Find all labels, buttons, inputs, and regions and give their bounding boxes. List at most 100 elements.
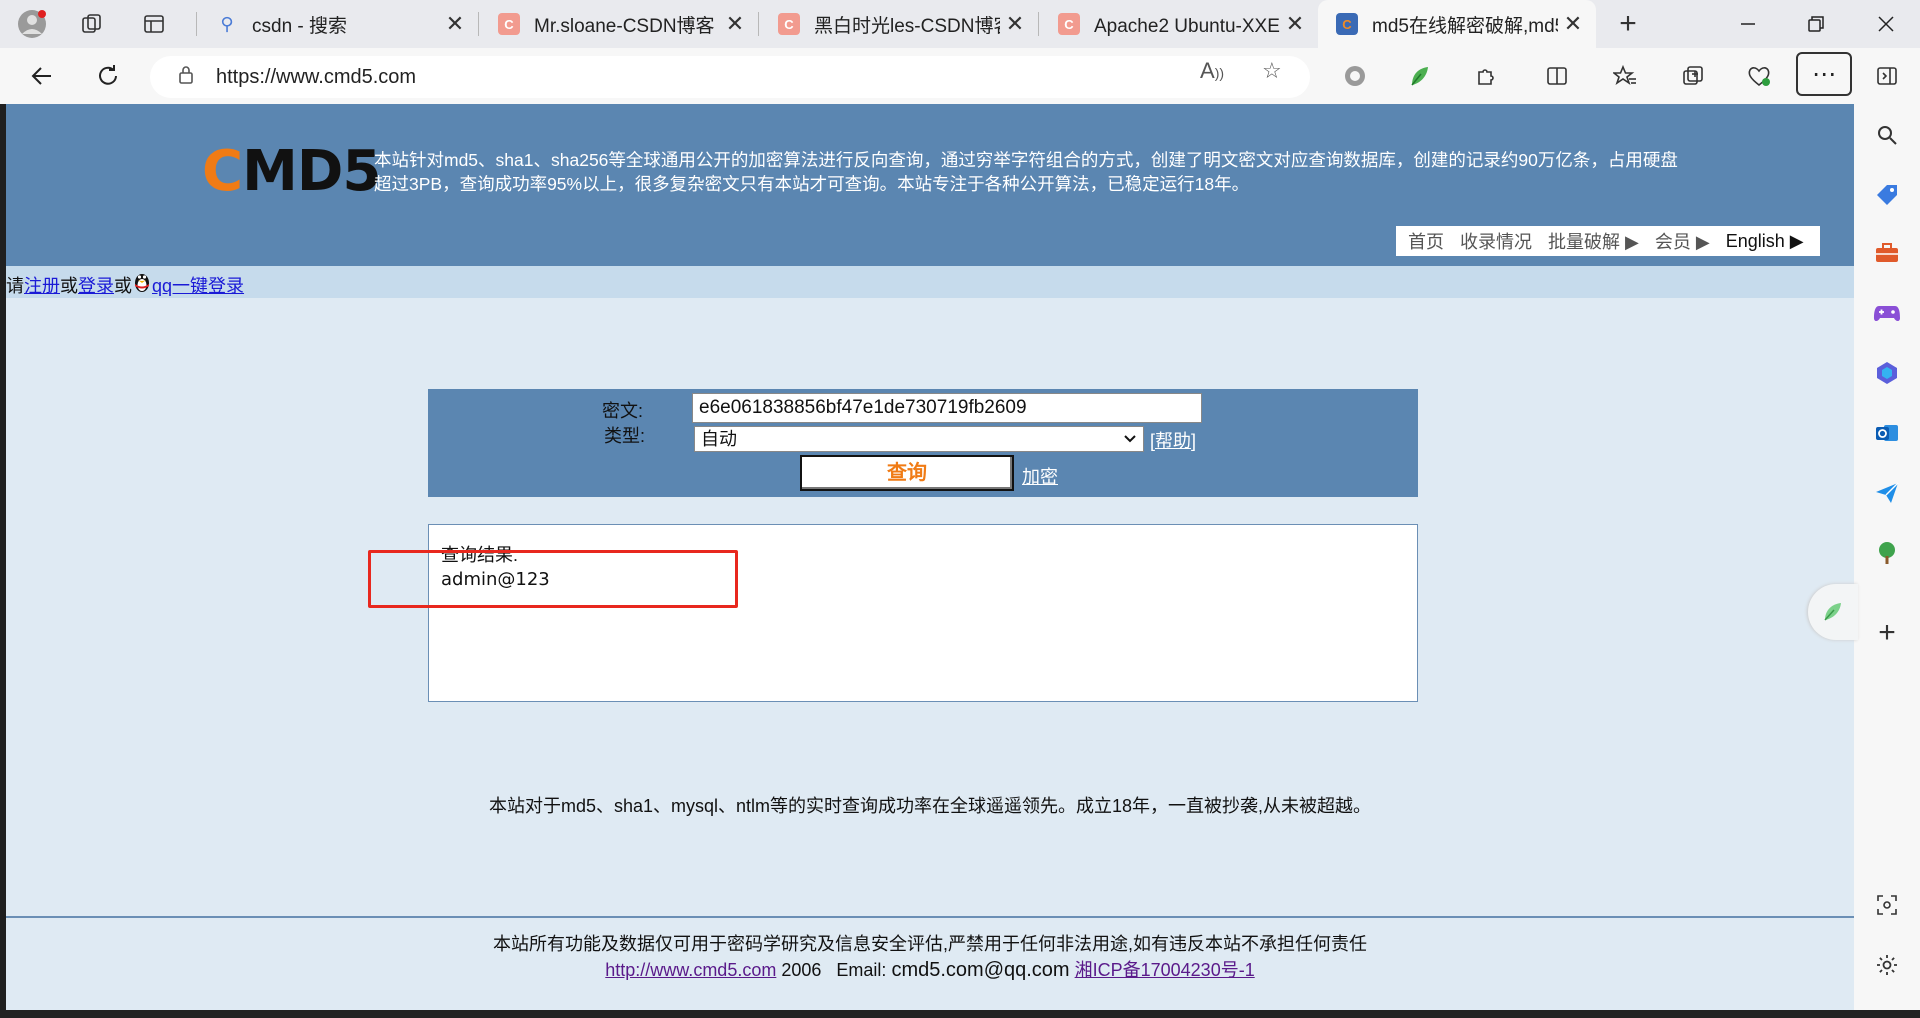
chevron-down-icon (1123, 427, 1137, 458)
csdn-favicon-icon: C (1058, 13, 1080, 35)
sidebar-toggle-icon[interactable] (1870, 60, 1904, 92)
restore-icon[interactable] (1798, 6, 1834, 42)
type-label: 类型: (604, 426, 646, 446)
footer-divider (6, 916, 1854, 918)
extension-circle-icon[interactable] (1338, 60, 1372, 92)
register-link[interactable]: 注册 (24, 276, 60, 296)
close-window-icon[interactable] (1868, 6, 1904, 42)
tab-title: Apache2 Ubuntu-XXE漏 (1094, 15, 1280, 37)
edge-sidebar: + (1854, 104, 1920, 1010)
favorite-star-icon[interactable]: ☆ (1262, 58, 1282, 84)
address-bar: https://www.cmd5.com A)) ☆ ⋯ (0, 48, 1920, 104)
help-bracket: [帮助] (1150, 427, 1196, 453)
url-text: https://www.cmd5.com (216, 65, 417, 88)
tree-icon[interactable] (1868, 534, 1906, 572)
menu-batch[interactable]: 批量破解 ▶ (1548, 228, 1639, 254)
qq-penguin-icon[interactable] (132, 268, 152, 292)
tab-csdn-search[interactable]: ⚲ csdn - 搜索 ✕ (198, 0, 478, 48)
csdn-favicon-icon: C (778, 13, 800, 35)
encrypt-link[interactable]: 加密 (1022, 463, 1058, 489)
tab-heibai[interactable]: C 黑白时光les-CSDN博客 ✕ (760, 0, 1038, 48)
close-tab-icon[interactable]: ✕ (1000, 11, 1030, 37)
top-menu: 首页 收录情况 批量破解 ▶ 会员 ▶ English ▶ (1396, 226, 1820, 256)
collections-icon[interactable] (74, 6, 110, 42)
footer-email: cmd5.com@qq.com (891, 959, 1070, 981)
settings-gear-icon[interactable] (1868, 946, 1906, 984)
read-aloud-icon[interactable]: A)) (1200, 58, 1224, 84)
tools-briefcase-icon[interactable] (1868, 234, 1906, 272)
screenshot-capture-icon[interactable] (1868, 886, 1906, 924)
lock-icon[interactable] (178, 65, 194, 90)
split-screen-icon[interactable] (1540, 60, 1574, 92)
menu-home[interactable]: 首页 (1408, 228, 1444, 254)
add-icon[interactable]: + (1868, 614, 1906, 652)
send-paper-plane-icon[interactable] (1868, 474, 1906, 512)
close-tab-icon[interactable]: ✕ (1280, 11, 1310, 37)
shopping-tag-icon[interactable] (1868, 176, 1906, 214)
csdn-favicon-icon: C (498, 13, 520, 35)
taskbar-edge (0, 1010, 1920, 1018)
footer-year: 2006 (781, 960, 822, 980)
extensions-puzzle-icon[interactable] (1470, 60, 1504, 92)
footer-email-label: Email: (836, 960, 887, 980)
login-or: 或 (114, 276, 132, 296)
browser-essentials-icon[interactable] (1742, 60, 1776, 92)
settings-more-button[interactable]: ⋯ (1796, 52, 1852, 96)
footer-site-link[interactable]: http://www.cmd5.com (605, 960, 776, 980)
tab-actions-icon[interactable] (136, 6, 172, 42)
cmd5-logo[interactable]: CMD5 (202, 139, 381, 204)
profile-avatar-icon[interactable] (14, 6, 50, 42)
refresh-icon[interactable] (88, 58, 128, 94)
type-select[interactable]: 自动 (694, 426, 1144, 452)
menu-member[interactable]: 会员 ▶ (1655, 228, 1710, 254)
search-icon[interactable] (1868, 116, 1906, 154)
cipher-label: 密文: (602, 401, 644, 421)
outlook-icon[interactable] (1868, 414, 1906, 452)
close-tab-icon[interactable]: ✕ (1558, 11, 1588, 37)
microsoft-365-icon[interactable] (1868, 354, 1906, 392)
query-submit-button[interactable]: 查询 (800, 455, 1014, 491)
tab-title: md5在线解密破解,md5 (1372, 15, 1558, 37)
tab-mr-sloane[interactable]: C Mr.sloane-CSDN博客 ✕ (480, 0, 758, 48)
tab-separator (758, 12, 759, 36)
close-tab-icon[interactable]: ✕ (440, 11, 470, 37)
minimize-icon[interactable] (1730, 6, 1766, 42)
cipher-input[interactable]: e6e061838856bf47e1de730719fb2609 (692, 393, 1202, 423)
games-controller-icon[interactable] (1868, 294, 1906, 332)
login-link[interactable]: 登录 (78, 276, 114, 296)
back-icon[interactable] (22, 58, 62, 94)
leaf-extension-icon[interactable] (1402, 60, 1436, 92)
red-highlight-box (368, 550, 738, 608)
help-link[interactable]: 帮助 (1155, 431, 1191, 451)
cmd5-page: CMD5 本站针对md5、sha1、sha256等全球通用公开的加密算法进行反向… (6, 104, 1854, 1010)
help-close: ] (1191, 431, 1197, 451)
collections-add-icon[interactable] (1676, 60, 1710, 92)
favorites-icon[interactable] (1608, 60, 1642, 92)
menu-coverage[interactable]: 收录情况 (1460, 228, 1532, 254)
close-tab-icon[interactable]: ✕ (720, 11, 750, 37)
tab-separator (1038, 12, 1039, 36)
logo-c: C (202, 139, 243, 204)
tab-title: Mr.sloane-CSDN博客 (534, 15, 715, 37)
login-bar: 请注册或登录或 qq一键登录 (6, 266, 1854, 298)
new-tab-icon[interactable]: + (1610, 6, 1646, 42)
url-field[interactable]: https://www.cmd5.com (150, 56, 1310, 98)
footer-info: http://www.cmd5.com 2006 Email: cmd5.com… (6, 956, 1854, 982)
cmd5-favicon-icon: C (1336, 13, 1358, 35)
footer-disclaimer: 本站所有功能及数据仅可用于密码学研究及信息安全评估,严禁用于任何非法用途,如有违… (493, 934, 1367, 954)
tab-title: 黑白时光les-CSDN博客 (814, 15, 1000, 37)
menu-english[interactable]: English ▶ (1726, 231, 1804, 252)
login-prefix: 请 (6, 276, 24, 296)
search-favicon-icon: ⚲ (220, 13, 234, 34)
query-form: 密文: e6e061838856bf47e1de730719fb2609 类型:… (428, 389, 1418, 497)
floating-leaf-extension-icon[interactable] (1808, 584, 1858, 640)
tab-separator (478, 12, 479, 36)
tab-apache2[interactable]: C Apache2 Ubuntu-XXE漏 ✕ (1040, 0, 1318, 48)
tab-cmd5[interactable]: C md5在线解密破解,md5 ✕ (1318, 0, 1596, 48)
tab-title: csdn - 搜索 (252, 15, 348, 37)
tab-bar: ⚲ csdn - 搜索 ✕ C Mr.sloane-CSDN博客 ✕ C 黑白时… (0, 0, 1920, 48)
footer-icp-link[interactable]: 湘ICP备17004230号-1 (1075, 960, 1255, 980)
tab-separator (196, 12, 197, 36)
qq-login-link[interactable]: qq一键登录 (152, 276, 244, 296)
success-claim: 本站对于md5、sha1、mysql、ntlm等的实时查询成功率在全球遥遥领先。… (488, 796, 1372, 816)
